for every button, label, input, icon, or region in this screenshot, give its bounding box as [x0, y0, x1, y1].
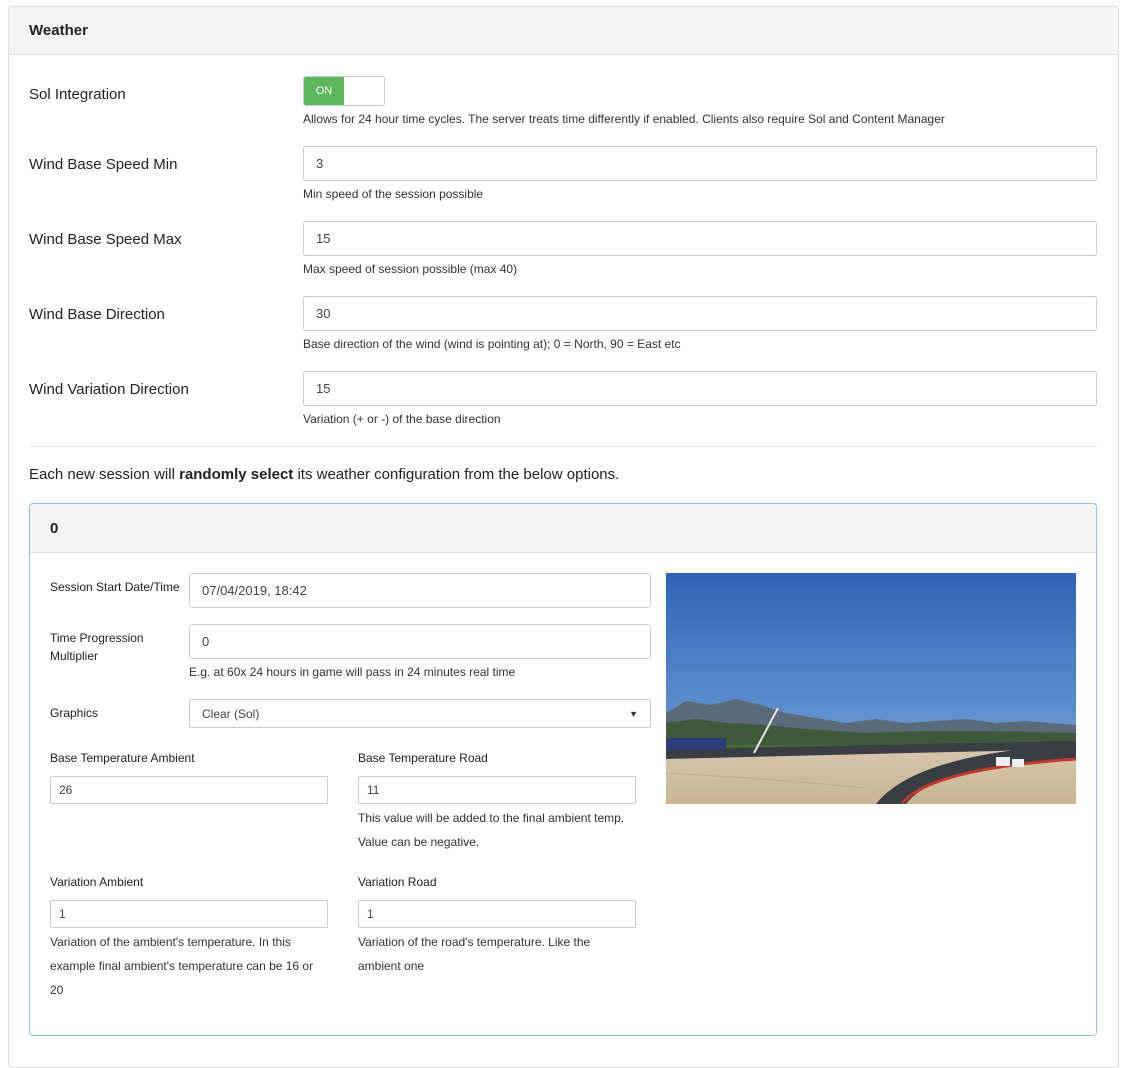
variation-ambient-help: Variation of the ambient's temperature. …: [50, 935, 314, 997]
wind-base-speed-min-label: Wind Base Speed Min: [29, 156, 178, 173]
wind-base-speed-min-input[interactable]: 3: [303, 146, 1097, 181]
variation-ambient-input[interactable]: 1: [50, 900, 328, 928]
session-start-label: Session Start Date/Time: [50, 580, 180, 594]
time-progression-input[interactable]: 0: [189, 624, 651, 659]
graphics-select[interactable]: Clear (Sol) ▼: [189, 699, 651, 728]
section-divider: [29, 446, 1097, 447]
time-progression-label: Time Progression Multiplier: [50, 631, 144, 663]
ambient-temp-input[interactable]: 26: [50, 776, 328, 804]
weather-option-title: 0: [30, 504, 1096, 553]
wind-base-speed-max-input[interactable]: 15: [303, 221, 1097, 256]
variation-road-help: Variation of the road's temperature. Lik…: [358, 935, 591, 973]
intro-emphasis: randomly select: [179, 466, 294, 483]
wind-variation-direction-label: Wind Variation Direction: [29, 381, 189, 398]
variation-road-label: Variation Road: [358, 875, 437, 889]
road-temp-help: This value will be added to the final am…: [358, 811, 625, 849]
wind-base-speed-max-help: Max speed of session possible (max 40): [303, 262, 518, 276]
graphics-label: Graphics: [50, 706, 99, 720]
graphics-select-value: Clear (Sol): [202, 706, 260, 721]
time-progression-help: E.g. at 60x 24 hours in game will pass i…: [189, 665, 516, 679]
wind-base-speed-max-label: Wind Base Speed Max: [29, 231, 182, 248]
sol-integration-toggle[interactable]: ON: [303, 76, 385, 106]
weather-preview-image: [666, 573, 1076, 804]
random-select-intro: Each new session will randomly select it…: [29, 466, 620, 483]
wind-base-direction-label: Wind Base Direction: [29, 306, 165, 323]
sol-integration-label: Sol Integration: [29, 86, 126, 103]
sol-integration-help: Allows for 24 hour time cycles. The serv…: [303, 112, 945, 126]
wind-base-speed-min-help: Min speed of the session possible: [303, 187, 484, 201]
panel-title: Weather: [9, 7, 1118, 55]
ambient-temp-label: Base Temperature Ambient: [50, 751, 195, 765]
chevron-down-icon: ▼: [629, 708, 638, 719]
road-temp-input[interactable]: 11: [358, 776, 636, 804]
road-temp-label: Base Temperature Road: [358, 751, 488, 765]
wind-base-direction-input[interactable]: 30: [303, 296, 1097, 331]
wind-variation-direction-help: Variation (+ or -) of the base direction: [303, 412, 501, 426]
variation-ambient-label: Variation Ambient: [50, 875, 144, 889]
session-start-input[interactable]: 07/04/2019, 18:42: [189, 573, 651, 608]
wind-variation-direction-input[interactable]: 15: [303, 371, 1097, 406]
toggle-on-label: ON: [304, 77, 344, 105]
wind-base-direction-help: Base direction of the wind (wind is poin…: [303, 337, 681, 351]
variation-road-input[interactable]: 1: [358, 900, 636, 928]
